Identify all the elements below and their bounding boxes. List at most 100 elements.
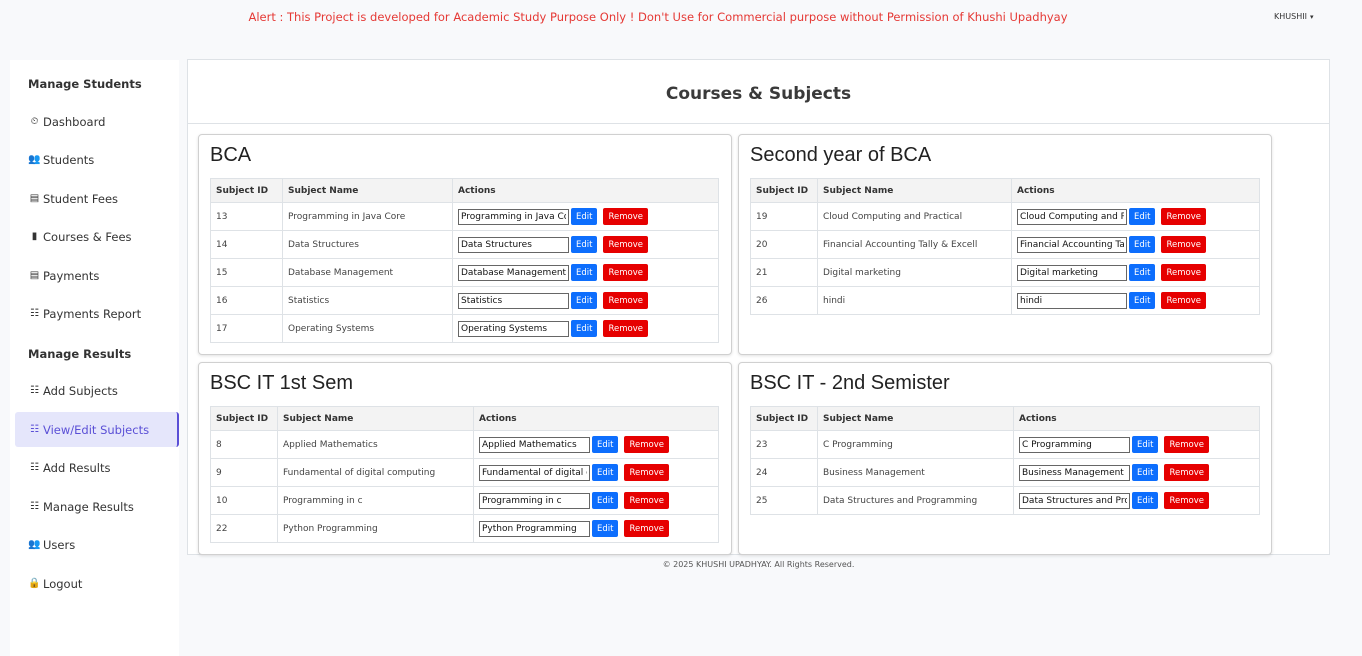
remove-button[interactable]: Remove [1164, 436, 1209, 453]
remove-button[interactable]: Remove [624, 492, 669, 509]
subject-id: 19 [750, 202, 818, 231]
user-menu[interactable]: KHUSHII ▾ [1274, 12, 1313, 21]
header-subject-id: Subject ID [750, 406, 818, 431]
subject-name-input[interactable] [1017, 292, 1127, 309]
edit-button[interactable]: Edit [1132, 464, 1159, 481]
list-icon: ☷ [30, 308, 39, 319]
sidebar-item-label: Students [43, 152, 95, 167]
sidebar-item-label: Dashboard [43, 114, 106, 129]
sidebar-item-payments[interactable]: ▤ Payments [15, 258, 179, 293]
remove-button[interactable]: Remove [603, 320, 648, 337]
edit-button[interactable]: Edit [571, 236, 598, 253]
subject-name-input[interactable] [479, 436, 590, 453]
receipt-icon: ▤ [29, 270, 40, 281]
subject-id: 14 [210, 230, 283, 259]
remove-button[interactable]: Remove [603, 236, 648, 253]
sidebar-item-add-subjects[interactable]: ☷ Add Subjects [15, 373, 179, 408]
sidebar-item-students[interactable]: 👥 Students [15, 142, 179, 177]
sidebar-item-courses-fees[interactable]: ▮ Courses & Fees [15, 219, 179, 254]
subject-name-input[interactable] [479, 464, 590, 481]
edit-button[interactable]: Edit [1129, 264, 1156, 281]
edit-button[interactable]: Edit [592, 492, 619, 509]
list-icon: ☷ [30, 462, 39, 473]
sidebar-item-dashboard[interactable]: ⏲ Dashboard [15, 104, 179, 139]
subject-name: Database Management [282, 258, 453, 287]
sidebar-item-view-edit-subjects[interactable]: ☷ View/Edit Subjects [15, 412, 179, 447]
edit-button[interactable]: Edit [1129, 236, 1156, 253]
subject-name: Data Structures [282, 230, 453, 259]
subjects-table: Subject ID Subject Name Actions 8 Applie… [210, 406, 719, 543]
sidebar-item-logout[interactable]: 🔒 Logout [15, 566, 179, 601]
sidebar-item-label: Payments [43, 268, 100, 283]
header-subject-name: Subject Name [817, 178, 1012, 203]
list-icon: ☷ [30, 501, 39, 512]
course-card: Second year of BCA Subject ID Subject Na… [738, 134, 1272, 355]
page-title: Courses & Subjects [665, 83, 852, 104]
subject-name-input[interactable] [1017, 264, 1127, 281]
sidebar-item-manage-results[interactable]: ☷ Manage Results [15, 489, 179, 524]
subject-name-input[interactable] [458, 208, 569, 225]
remove-button[interactable]: Remove [624, 520, 669, 537]
subject-name-input[interactable] [1019, 492, 1130, 509]
subject-name: Python Programming [277, 514, 474, 543]
sidebar-item-student-fees[interactable]: ▤ Student Fees [15, 181, 179, 216]
sidebar: Manage Students ⏲ Dashboard 👥 Students ▤… [10, 60, 179, 656]
subject-name: Fundamental of digital computing [277, 458, 474, 487]
table-row: 20 Financial Accounting Tally & Excell E… [750, 230, 1260, 259]
table-row: 14 Data Structures Edit Remove [210, 230, 719, 259]
edit-button[interactable]: Edit [592, 436, 619, 453]
remove-button[interactable]: Remove [603, 208, 648, 225]
remove-button[interactable]: Remove [624, 436, 669, 453]
table-header-row: Subject ID Subject Name Actions [750, 178, 1260, 203]
edit-button[interactable]: Edit [571, 320, 598, 337]
subject-name-input[interactable] [479, 520, 590, 537]
sidebar-item-label: Courses & Fees [43, 229, 132, 244]
edit-button[interactable]: Edit [1129, 208, 1156, 225]
remove-button[interactable]: Remove [1164, 492, 1209, 509]
header-subject-id: Subject ID [210, 406, 278, 431]
header-actions: Actions [473, 406, 719, 431]
main-card: Courses & Subjects BCA Subject ID Subjec… [187, 59, 1330, 555]
subject-id: 21 [750, 258, 818, 287]
users-icon: 👥 [28, 154, 41, 165]
subject-name-input[interactable] [458, 236, 569, 253]
remove-button[interactable]: Remove [624, 464, 669, 481]
remove-button[interactable]: Remove [603, 292, 648, 309]
remove-button[interactable]: Remove [1164, 464, 1209, 481]
subject-name-input[interactable] [458, 292, 569, 309]
sidebar-item-label: View/Edit Subjects [43, 422, 150, 437]
subject-name-input[interactable] [479, 492, 590, 509]
subject-name-input[interactable] [458, 320, 569, 337]
edit-button[interactable]: Edit [1132, 436, 1159, 453]
subject-name-input[interactable] [458, 264, 569, 281]
sidebar-item-payments-report[interactable]: ☷ Payments Report [15, 296, 179, 331]
main-header: Courses & Subjects [188, 60, 1329, 124]
subject-name-input[interactable] [1017, 236, 1127, 253]
edit-button[interactable]: Edit [571, 264, 598, 281]
subject-name-input[interactable] [1019, 464, 1130, 481]
subject-id: 13 [210, 202, 283, 231]
edit-button[interactable]: Edit [592, 520, 619, 537]
sidebar-heading-students: Manage Students [28, 77, 142, 91]
table-row: 23 C Programming Edit Remove [750, 430, 1260, 459]
subject-name-input[interactable] [1019, 436, 1130, 453]
edit-button[interactable]: Edit [592, 464, 619, 481]
sidebar-item-add-results[interactable]: ☷ Add Results [15, 450, 179, 485]
remove-button[interactable]: Remove [603, 264, 648, 281]
remove-button[interactable]: Remove [1161, 264, 1206, 281]
list-icon: ☷ [30, 385, 39, 396]
sidebar-item-users[interactable]: 👥 Users [15, 527, 179, 562]
edit-button[interactable]: Edit [1129, 292, 1156, 309]
table-row: 15 Database Management Edit Remove [210, 258, 719, 287]
remove-button[interactable]: Remove [1161, 236, 1206, 253]
subject-name-input[interactable] [1017, 208, 1127, 225]
subject-name: Programming in c [277, 486, 474, 515]
subject-name: Business Management [817, 458, 1014, 487]
dashboard-icon: ⏲ [30, 116, 39, 127]
edit-button[interactable]: Edit [571, 292, 598, 309]
edit-button[interactable]: Edit [1132, 492, 1159, 509]
edit-button[interactable]: Edit [571, 208, 598, 225]
remove-button[interactable]: Remove [1161, 292, 1206, 309]
remove-button[interactable]: Remove [1161, 208, 1206, 225]
subject-name: Cloud Computing and Practical [817, 202, 1012, 231]
